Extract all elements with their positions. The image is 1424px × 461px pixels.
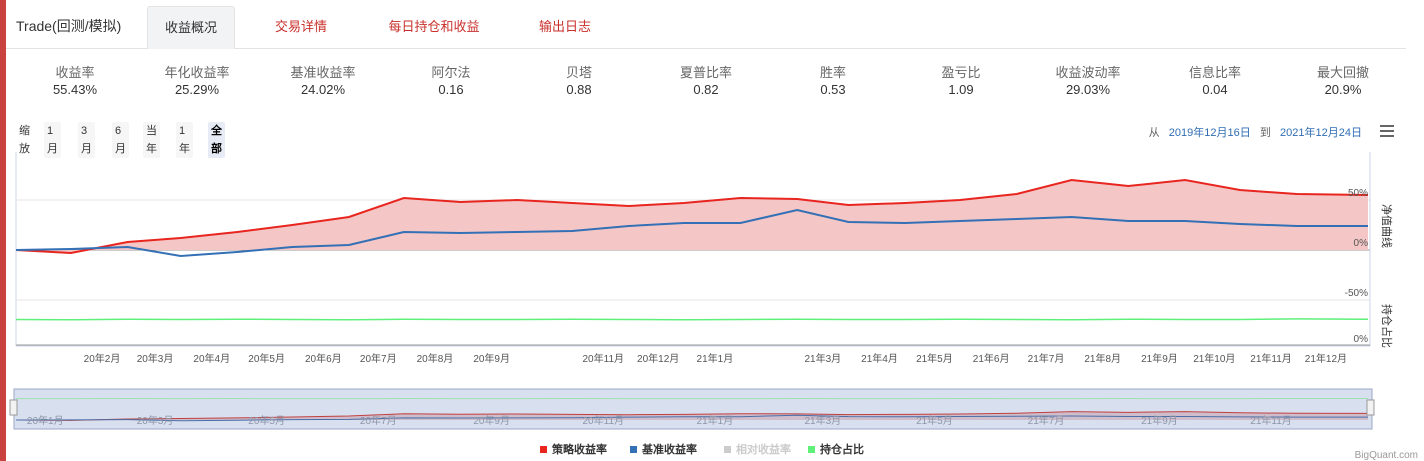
x-tick-label: 21年1月: [697, 352, 734, 365]
legend-swatch: [630, 446, 637, 453]
legend-swatch: [724, 446, 731, 453]
navigator-tick-label: 20年1月: [27, 414, 64, 427]
x-tick-label: 21年5月: [916, 352, 953, 365]
x-tick-label: 20年5月: [248, 352, 285, 365]
navigator-tick-label: 21年3月: [804, 414, 841, 427]
x-tick-label: 20年3月: [137, 352, 174, 365]
strategy-area: [16, 180, 1368, 253]
x-tick-label: 20年7月: [360, 352, 397, 365]
legend-item-benchmark[interactable]: 基准收益率: [630, 441, 697, 457]
x-tick-label: 21年10月: [1193, 352, 1235, 365]
x-tick-label: 21年11月: [1250, 352, 1292, 365]
y-tick-label: 0%: [1354, 334, 1369, 345]
y-tick-label: -50%: [1345, 288, 1368, 299]
navigator-left-handle[interactable]: [9, 399, 18, 416]
x-tick-label: 21年7月: [1028, 352, 1065, 365]
navigator-tick-label: 21年7月: [1028, 414, 1065, 427]
navigator-tick-label: 20年5月: [248, 414, 285, 427]
navigator-tick-label: 21年11月: [1250, 414, 1292, 427]
x-tick-label: 21年12月: [1305, 352, 1347, 365]
navigator-tick-label: 21年1月: [697, 414, 734, 427]
x-tick-label: 21年9月: [1141, 352, 1178, 365]
x-tick-label: 20年9月: [473, 352, 510, 365]
navigator-tick-label: 20年9月: [473, 414, 510, 427]
x-tick-label: 20年6月: [305, 352, 342, 365]
navigator-tick-label: 20年11月: [583, 414, 625, 427]
y-tick-label: 50%: [1348, 188, 1368, 199]
credit-text: BigQuant.com: [1354, 450, 1418, 461]
x-tick-label: 20年12月: [637, 352, 679, 365]
y-axis-label: 持仓占比: [1380, 304, 1394, 348]
navigator-tick-label: 20年7月: [360, 414, 397, 427]
x-tick-label: 21年6月: [973, 352, 1010, 365]
x-tick-label: 20年11月: [583, 352, 625, 365]
navigator-right-handle[interactable]: [1366, 399, 1375, 416]
x-tick-label: 20年8月: [417, 352, 454, 365]
legend-swatch: [808, 446, 815, 453]
legend-item-relative[interactable]: 相对收益率: [724, 441, 791, 457]
position-line: [15, 318, 1369, 321]
x-tick-label: 20年4月: [193, 352, 230, 365]
legend-swatch: [540, 446, 547, 453]
x-tick-label: 21年4月: [861, 352, 898, 365]
navigator-tick-label: 21年9月: [1141, 414, 1178, 427]
y-tick-label: 0%: [1354, 238, 1369, 249]
legend-label: 相对收益率: [736, 444, 791, 456]
legend-label: 基准收益率: [642, 444, 697, 456]
y-axis-label: 净值曲线: [1380, 204, 1394, 248]
x-tick-label: 21年3月: [804, 352, 841, 365]
navigator-tick-label: 21年5月: [916, 414, 953, 427]
legend-label: 持仓占比: [820, 444, 864, 456]
x-tick-label: 21年8月: [1084, 352, 1121, 365]
x-tick-label: 20年2月: [84, 352, 121, 365]
legend-label: 策略收益率: [552, 444, 607, 456]
navigator-tick-label: 20年3月: [137, 414, 174, 427]
returns-chart: 50% 0% -50% 净值曲线 0% 持仓占比 20年2月 20年3月 20年4月 20年5月 2…: [9, 152, 1394, 430]
legend-item-position[interactable]: 持仓占比: [808, 441, 864, 457]
legend-item-strategy[interactable]: 策略收益率: [540, 441, 607, 457]
